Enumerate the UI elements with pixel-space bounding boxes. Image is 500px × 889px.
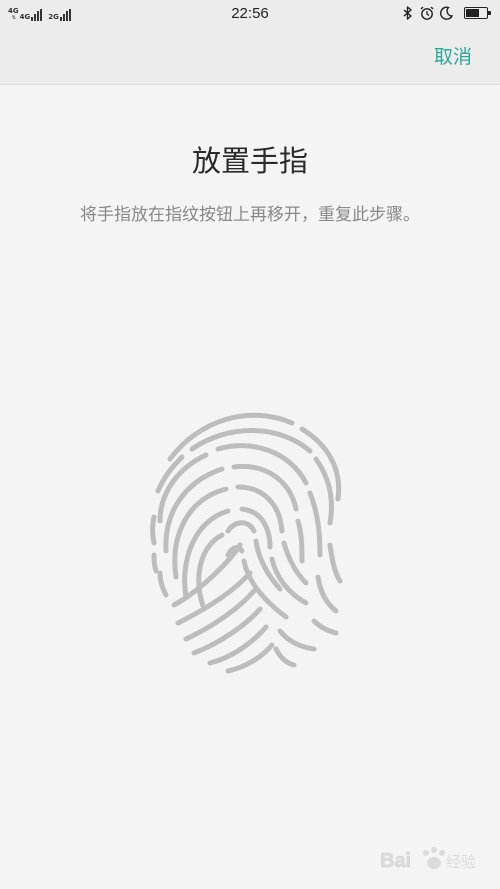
status-icons xyxy=(397,5,492,21)
instruction-text: 将手指放在指纹按钮上再移开，重复此步骤。 xyxy=(80,205,420,225)
svg-text:Bai: Bai xyxy=(380,850,411,872)
fingerprint-icon xyxy=(150,412,343,674)
alarm-icon xyxy=(420,6,434,20)
top-area: 4G ⇅ 4G 2G 22:56 取消 xyxy=(0,0,500,85)
battery-icon xyxy=(464,7,492,19)
battery-level xyxy=(466,9,479,17)
status-bar: 4G ⇅ 4G 2G 22:56 xyxy=(0,0,500,28)
svg-text:经验: 经验 xyxy=(446,853,476,871)
cancel-button[interactable]: 取消 xyxy=(434,42,472,69)
bluetooth-icon xyxy=(403,6,412,20)
moon-icon xyxy=(440,6,454,20)
page-title: 放置手指 xyxy=(191,144,308,178)
baidu-watermark-logo: Bai 经验 xyxy=(380,847,476,872)
